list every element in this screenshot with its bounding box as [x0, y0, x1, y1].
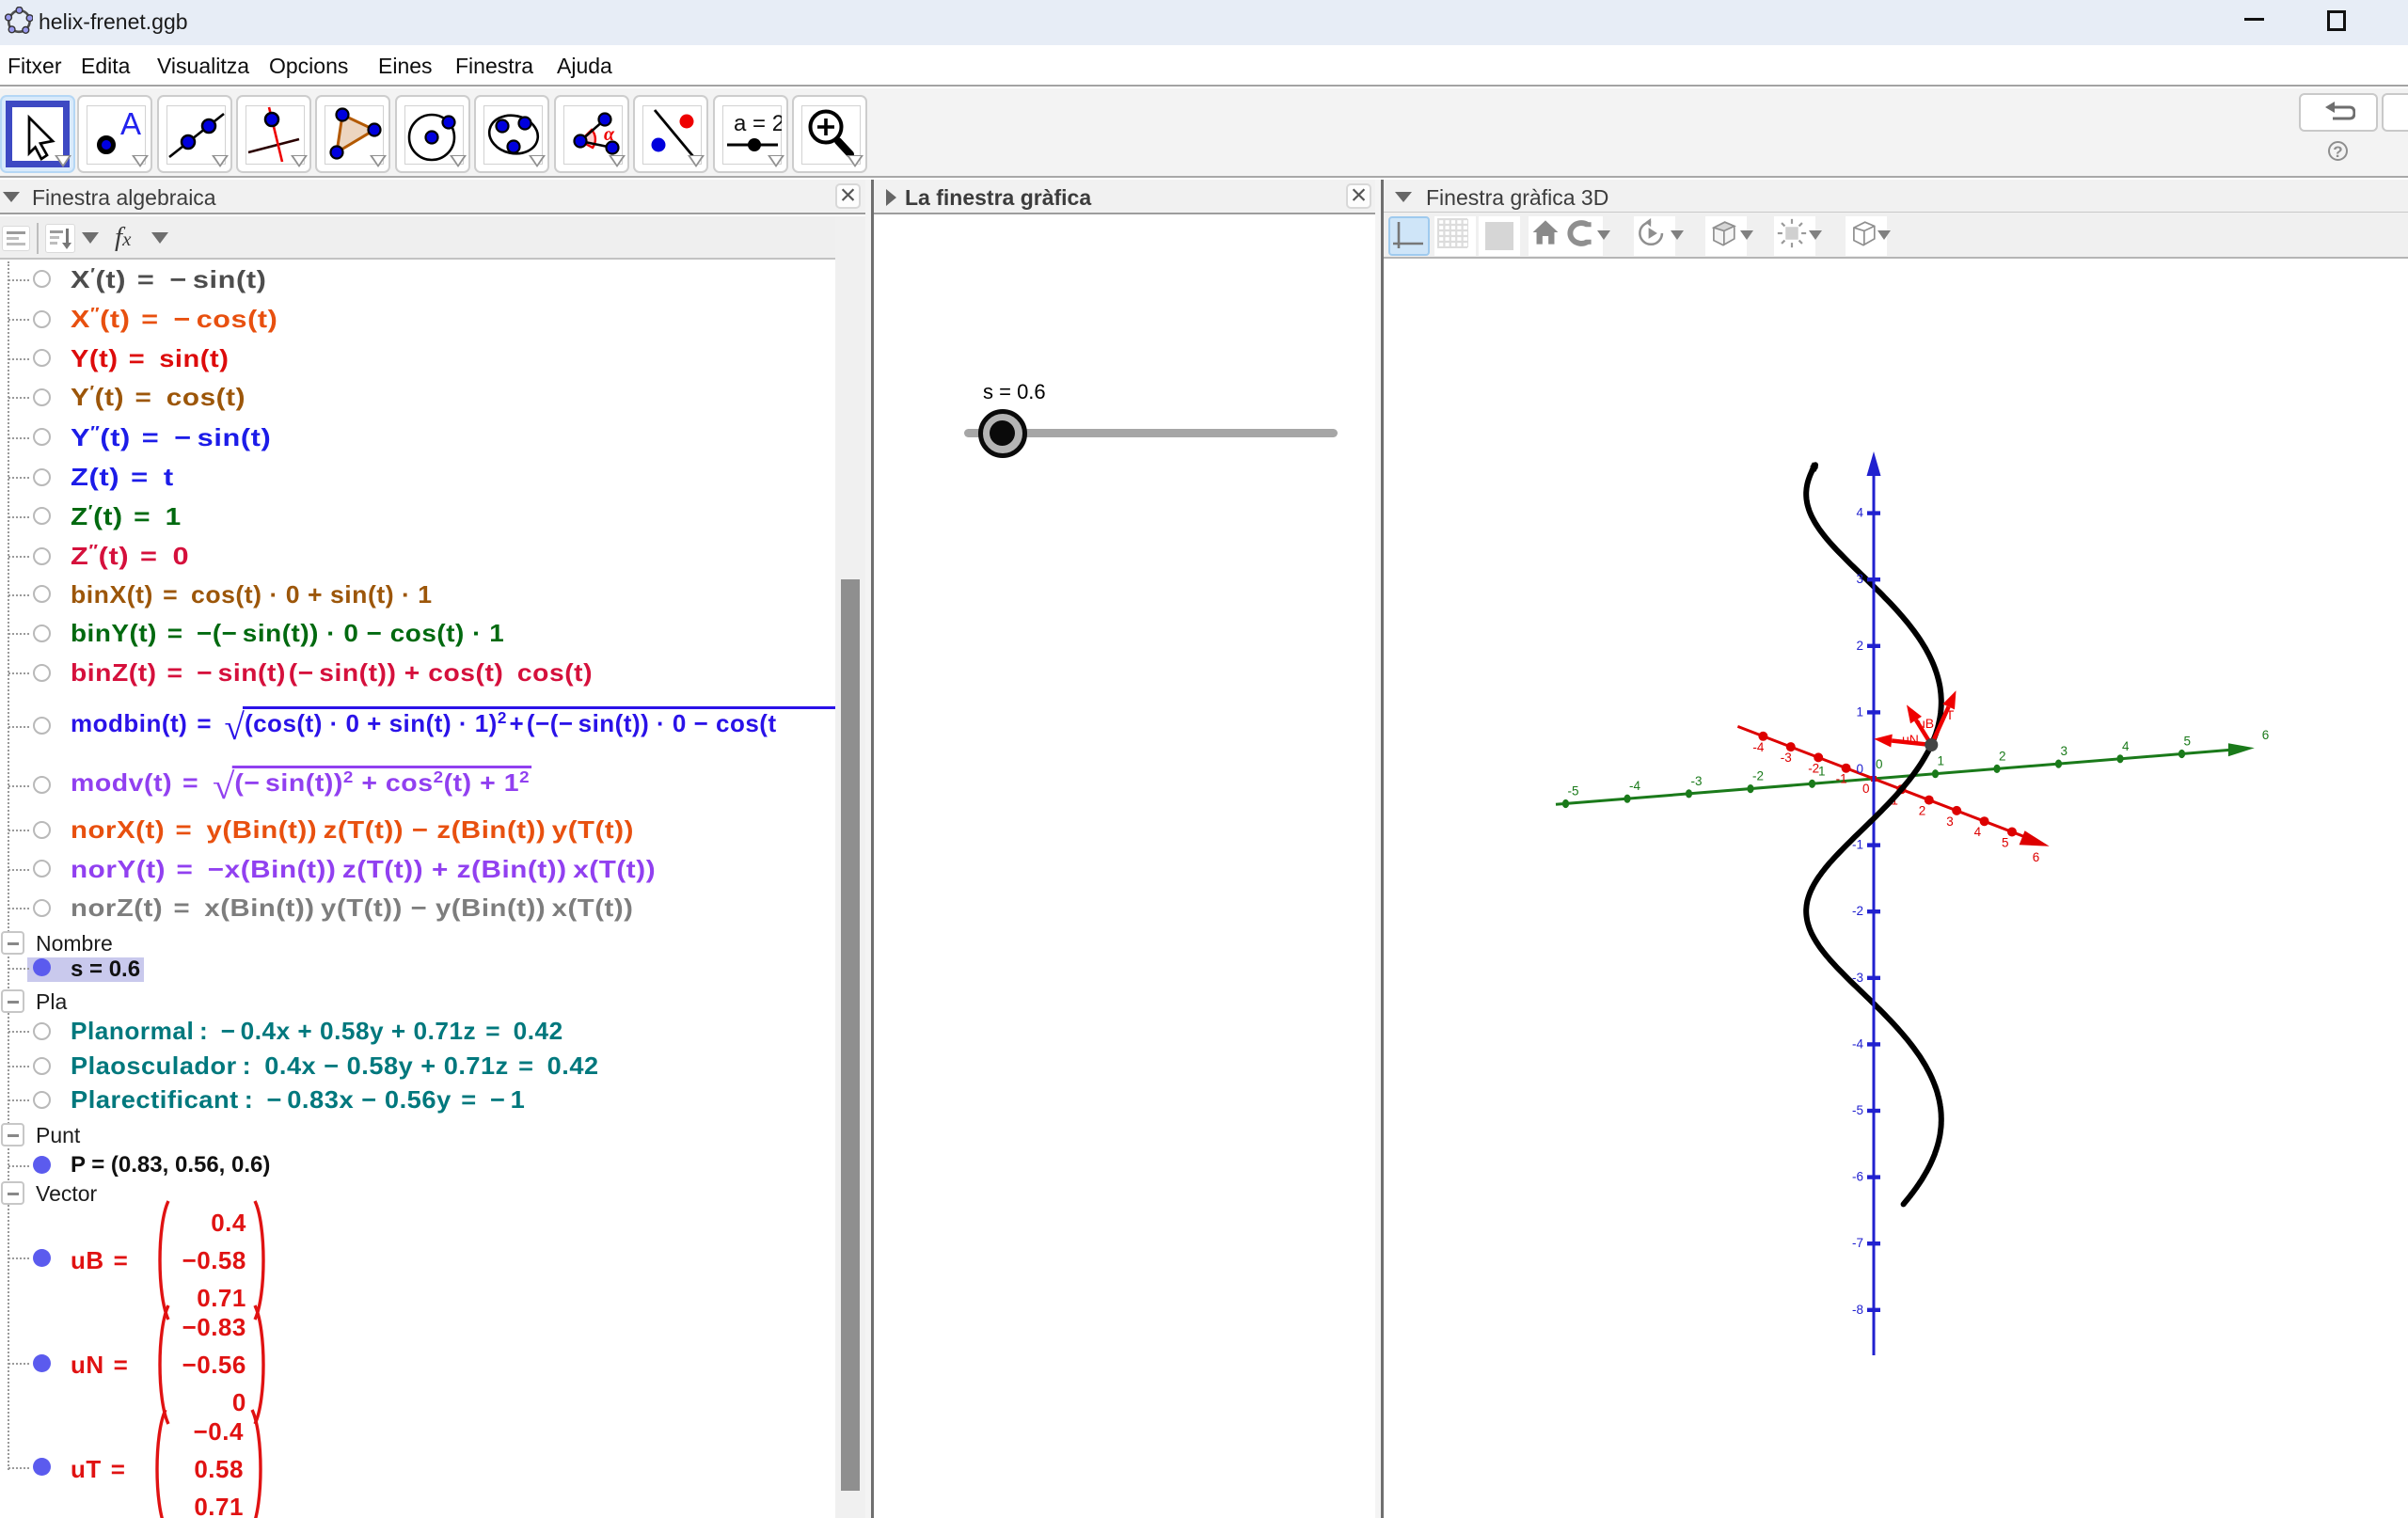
svg-text:-3: -3 [1781, 751, 1792, 765]
svg-text:-2: -2 [1852, 904, 1863, 918]
svg-text:-6: -6 [1852, 1170, 1863, 1184]
svg-text:-1: -1 [1836, 772, 1847, 786]
svg-text:6: 6 [2033, 850, 2040, 864]
svg-text:uN: uN [1902, 732, 1919, 747]
svg-text:4: 4 [1856, 506, 1863, 520]
svg-text:-4: -4 [1852, 1036, 1863, 1051]
svg-text:2: 2 [1919, 804, 1926, 818]
svg-text:3: 3 [2061, 744, 2068, 758]
svg-text:3: 3 [1946, 814, 1954, 829]
svg-text:0: 0 [1862, 782, 1870, 796]
svg-text:2: 2 [1999, 749, 2006, 763]
svg-text:-4: -4 [1752, 740, 1764, 754]
svg-text:4: 4 [1974, 825, 1982, 839]
svg-text:0: 0 [1876, 757, 1883, 771]
svg-text:6: 6 [2262, 728, 2270, 742]
svg-text:2: 2 [1856, 639, 1863, 653]
svg-text:0: 0 [1856, 762, 1863, 776]
svg-text:-2: -2 [1808, 761, 1819, 775]
svg-text:a = 2: a = 2 [734, 111, 782, 136]
svg-text:-7: -7 [1852, 1236, 1863, 1250]
svg-text:-5: -5 [1852, 1103, 1863, 1117]
svg-text:3: 3 [1856, 572, 1863, 586]
svg-text:1: 1 [1856, 704, 1863, 719]
svg-text:1: 1 [1938, 754, 1945, 768]
svg-text:A: A [120, 106, 141, 141]
svg-text:-3: -3 [1691, 774, 1703, 788]
svg-text:α: α [604, 124, 615, 145]
svg-text:5: 5 [2002, 836, 2009, 850]
svg-text:-3: -3 [1852, 971, 1863, 985]
svg-text:-5: -5 [1568, 784, 1579, 799]
svg-text:-2: -2 [1752, 769, 1764, 783]
svg-text:-4: -4 [1629, 779, 1640, 793]
svg-text:4: 4 [2122, 739, 2130, 753]
svg-text:5: 5 [2184, 735, 2192, 749]
svg-text:uB: uB [1918, 716, 1934, 731]
svg-text:-8: -8 [1852, 1303, 1863, 1317]
